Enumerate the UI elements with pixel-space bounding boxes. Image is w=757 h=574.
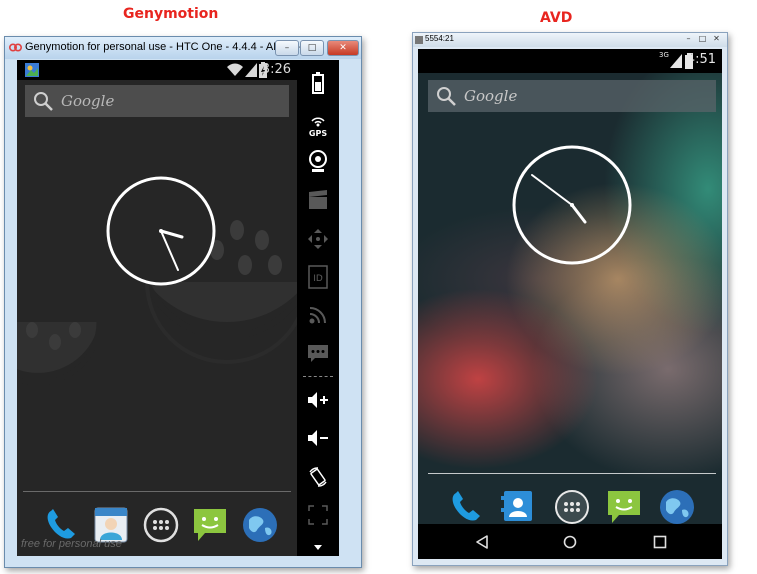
genymotion-phone-screen: 3:26 Google free for personal use [17, 60, 297, 556]
volume-down-icon [308, 430, 328, 446]
phone-app-icon[interactable] [448, 489, 484, 525]
wifi-icon [227, 63, 243, 76]
avd-close-button[interactable]: ✕ [711, 34, 722, 43]
rotate-icon [309, 467, 327, 487]
dpad-widget-button[interactable] [297, 224, 339, 254]
battery-icon [312, 72, 324, 94]
genymotion-heading: Genymotion [123, 6, 219, 22]
clock-hour-hand [570, 203, 587, 224]
network-type-label: 3G [659, 51, 669, 59]
gps-label: GPS [309, 129, 327, 138]
volume-up-icon [308, 392, 328, 408]
browser-globe-icon[interactable] [658, 488, 696, 526]
clock-minute-hand [160, 230, 179, 271]
recents-button[interactable] [653, 535, 667, 549]
messaging-app-icon[interactable] [606, 488, 642, 526]
google-search-label: Google [464, 87, 518, 105]
status-time: 3:26 [261, 62, 291, 77]
signal-icon [245, 63, 257, 77]
google-search-bar[interactable]: Google [428, 80, 716, 112]
device-id-label: ID [313, 274, 323, 284]
clock-center [159, 229, 163, 233]
genymotion-logo-icon [9, 43, 22, 52]
avd-maximize-button[interactable]: □ [697, 34, 708, 43]
avd-window-title: 5554:21 [425, 34, 454, 43]
genymotion-sidebar: GPS ID [297, 60, 339, 556]
device-id-widget-button[interactable]: ID [297, 262, 339, 292]
search-icon [34, 92, 53, 111]
all-apps-icon[interactable] [554, 489, 590, 525]
webcam-icon [309, 150, 327, 172]
notification-icon [25, 63, 39, 77]
volume-down-button[interactable] [297, 423, 339, 453]
dock-divider [428, 473, 716, 474]
message-icon [308, 345, 328, 362]
fullscreen-button[interactable] [297, 500, 339, 530]
rss-icon [309, 307, 326, 324]
expand-icon [308, 505, 328, 525]
sidebar-separator [303, 376, 333, 378]
battery-widget-button[interactable] [297, 68, 339, 98]
browser-globe-icon[interactable] [241, 506, 279, 544]
all-apps-icon[interactable] [143, 507, 179, 543]
gps-widget-button[interactable]: GPS [297, 110, 339, 140]
dock-divider [23, 491, 291, 492]
google-search-bar[interactable]: Google [25, 85, 289, 117]
dpad-icon [308, 229, 328, 249]
status-time: 4:51 [686, 52, 716, 67]
scroll-down-icon[interactable] [314, 545, 322, 551]
clock-minute-hand [531, 174, 573, 206]
search-icon [437, 87, 456, 106]
home-button[interactable] [563, 535, 577, 549]
watermelon-wallpaper [17, 220, 297, 386]
genymotion-titlebar[interactable]: Genymotion for personal use - HTC One - … [5, 37, 361, 59]
maximize-button[interactable]: □ [300, 40, 324, 56]
clapperboard-icon [309, 190, 327, 209]
capture-widget-button[interactable] [297, 185, 339, 215]
emulator-window-icon [415, 36, 423, 44]
genymotion-window-title: Genymotion for personal use - HTC One - … [25, 41, 315, 53]
contacts-app-icon[interactable] [501, 489, 535, 523]
close-button[interactable]: ✕ [327, 40, 359, 56]
avd-phone-screen: 3G 4:51 Google [418, 49, 722, 559]
clock-center [570, 203, 574, 207]
navigation-bar [418, 524, 722, 559]
avd-titlebar[interactable]: 5554:21 – □ ✕ [413, 33, 727, 47]
network-widget-button[interactable] [297, 300, 339, 330]
avd-minimize-button[interactable]: – [683, 34, 694, 43]
minimize-button[interactable]: – [275, 40, 299, 56]
genymotion-status-bar: 3:26 [17, 60, 297, 80]
analog-clock-widget[interactable] [105, 175, 217, 287]
back-button[interactable] [475, 535, 489, 549]
messaging-app-icon[interactable] [192, 506, 228, 544]
analog-clock-widget[interactable] [511, 144, 633, 266]
volume-up-button[interactable] [297, 385, 339, 415]
avd-window: 5554:21 – □ ✕ 3G 4:51 Google [412, 32, 728, 566]
device-id-icon: ID [308, 265, 328, 289]
rotate-screen-button[interactable] [297, 462, 339, 492]
avd-heading: AVD [540, 10, 573, 26]
google-search-label: Google [61, 92, 115, 110]
cell-signal-icon [670, 54, 682, 68]
sms-widget-button[interactable] [297, 338, 339, 368]
free-for-personal-use-watermark: free for personal use [21, 538, 122, 550]
avd-status-bar: 3G 4:51 [418, 49, 722, 73]
camera-widget-button[interactable] [297, 146, 339, 176]
gps-icon: GPS [309, 117, 327, 138]
